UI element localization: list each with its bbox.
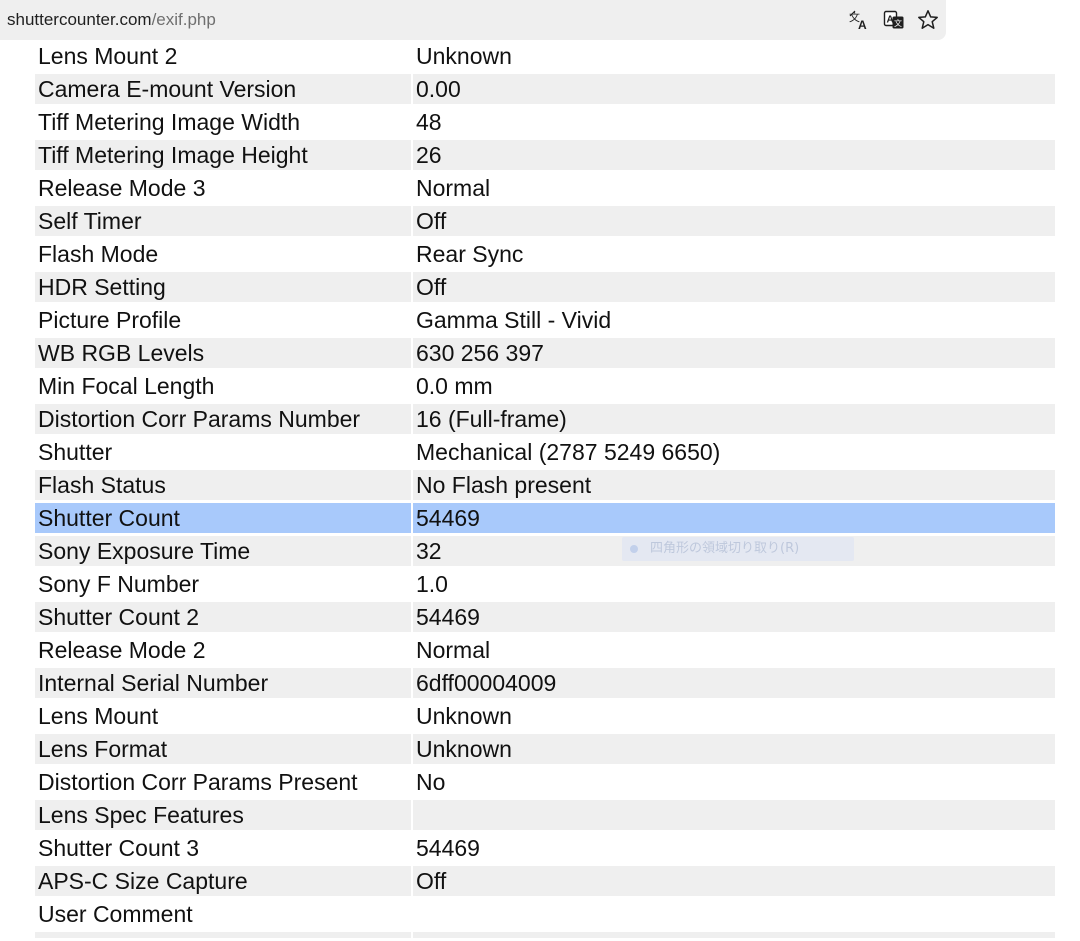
svg-text:文: 文 xyxy=(894,18,902,28)
exif-key-cell: HDR Setting xyxy=(35,272,411,302)
exif-key-cell: Min Focal Length xyxy=(38,373,215,399)
exif-key-cell: Release Mode 3 xyxy=(38,175,206,201)
exif-key-cell: Lens Spec Features xyxy=(35,800,411,830)
exif-value-cell xyxy=(413,899,1055,929)
exif-value-cell: 48 xyxy=(416,109,442,135)
tooltip-text: 四角形の領域切り取り(R) xyxy=(650,541,800,556)
exif-value-cell: No xyxy=(416,769,446,795)
exif-value-cell: Gamma Still - Vivid xyxy=(416,307,612,333)
table-row: Picture Profile Gamma Still - Vivid xyxy=(35,304,1055,337)
exif-value-cell: Mechanical (2787 5249 6650) xyxy=(416,439,721,465)
exif-key-cell: WB RGB Levels xyxy=(35,338,411,368)
table-row: Internal Serial Number 6dff00004009 xyxy=(35,667,1055,700)
table-row: Release Mode 2 Normal xyxy=(35,634,1055,667)
exif-key-cell: Self Timer xyxy=(35,206,411,236)
table-row: Min Focal Length 0.0 mm xyxy=(35,370,1055,403)
exif-key-cell: Flash Mode xyxy=(38,241,159,267)
exif-value-cell: 6dff00004009 xyxy=(413,668,1055,698)
exif-value-cell: Off xyxy=(413,866,1055,896)
table-row: Release Mode 3 Normal xyxy=(35,172,1055,205)
exif-key-cell: Lens Mount 2 xyxy=(38,43,178,69)
svg-text:A: A xyxy=(858,18,867,32)
exif-key-cell: Lens Mount xyxy=(38,703,159,729)
exif-value-cell: Unknown xyxy=(413,734,1055,764)
exif-key-cell: Camera E-mount Version xyxy=(35,74,411,104)
translate-icon[interactable]: 文 A xyxy=(847,8,871,32)
exif-value-cell: Rear Sync xyxy=(416,241,524,267)
exif-key-cell: Shutter Count 3 xyxy=(38,835,200,861)
snip-tooltip: 四角形の領域切り取り(R) xyxy=(622,537,854,561)
exif-key-cell: APS-C Size Capture xyxy=(35,866,411,896)
exif-value-cell: 630 256 397 xyxy=(413,338,1055,368)
star-icon[interactable] xyxy=(916,8,940,32)
table-row: User Comment xyxy=(35,898,1055,931)
exif-value-cell xyxy=(413,932,1055,938)
exif-value-cell: 1.0 xyxy=(416,571,448,597)
exif-key-cell: Sony F Number xyxy=(38,571,200,597)
exif-key-cell: Distortion Corr Params Number xyxy=(35,404,411,434)
exif-value-cell: Normal xyxy=(416,637,491,663)
exif-value-cell: 0.0 mm xyxy=(416,373,493,399)
page-translate-icon[interactable]: A 文 xyxy=(882,8,906,32)
exif-value-cell: Off xyxy=(413,272,1055,302)
url-host: shuttercounter.com xyxy=(7,10,152,29)
tooltip-dot-icon xyxy=(630,545,638,553)
exif-key-cell: Shutter Count 2 xyxy=(35,602,411,632)
exif-value-cell: 54469 xyxy=(416,835,480,861)
exif-value-cell: 26 xyxy=(413,140,1055,170)
exif-key-cell: Release Mode 2 xyxy=(38,637,206,663)
table-row-partial xyxy=(35,931,1055,941)
exif-key-cell: Flash Status xyxy=(35,470,411,500)
exif-value-cell: Normal xyxy=(416,175,491,201)
table-row: HDR Setting Off xyxy=(35,271,1055,304)
exif-key-cell: Tiff Metering Image Width xyxy=(38,109,301,135)
exif-key-cell: Picture Profile xyxy=(38,307,182,333)
table-row: Shutter Count 2 54469 xyxy=(35,601,1055,634)
table-row: Flash Status No Flash present xyxy=(35,469,1055,502)
table-row: Lens Format Unknown xyxy=(35,733,1055,766)
exif-value-cell: 16 (Full-frame) xyxy=(413,404,1055,434)
exif-key-cell: Shutter xyxy=(38,439,113,465)
table-row: Distortion Corr Params Number 16 (Full-fr… xyxy=(35,403,1055,436)
exif-key-cell: Shutter Count xyxy=(35,503,411,533)
table-row: Lens Mount 2 Unknown xyxy=(35,40,1055,73)
exif-key-cell: Internal Serial Number xyxy=(35,668,411,698)
exif-table: Lens Mount 2 Unknown Camera E-mount Versio… xyxy=(35,40,1055,941)
table-row: Sony F Number 1.0 xyxy=(35,568,1055,601)
exif-value-cell: 0.00 xyxy=(413,74,1055,104)
exif-value-cell: 54469 xyxy=(413,503,1055,533)
table-row: Sony Exposure Time 32 xyxy=(35,535,1055,568)
exif-value-cell xyxy=(413,800,1055,830)
exif-key-cell xyxy=(35,932,411,938)
exif-value-cell: 54469 xyxy=(413,602,1055,632)
exif-key-cell: Sony Exposure Time xyxy=(35,536,411,566)
address-bar[interactable]: shuttercounter.com/exif.php 文 A A 文 xyxy=(0,0,946,40)
exif-value-cell: No Flash present xyxy=(413,470,1055,500)
url-text[interactable]: shuttercounter.com/exif.php xyxy=(7,10,216,30)
exif-value-cell: Unknown xyxy=(416,703,512,729)
exif-value-cell: Unknown xyxy=(416,43,512,69)
table-row: Tiff Metering Image Width 48 xyxy=(35,106,1055,139)
table-row: Flash Mode Rear Sync xyxy=(35,238,1055,271)
exif-key-cell: Tiff Metering Image Height xyxy=(35,140,411,170)
exif-key-cell: Lens Format xyxy=(35,734,411,764)
table-row: Self Timer Off xyxy=(35,205,1055,238)
table-row: Lens Spec Features xyxy=(35,799,1055,832)
table-row: Camera E-mount Version 0.00 xyxy=(35,73,1055,106)
table-row: APS-C Size Capture Off xyxy=(35,865,1055,898)
table-row: Distortion Corr Params Present No xyxy=(35,766,1055,799)
table-row: WB RGB Levels 630 256 397 xyxy=(35,337,1055,370)
exif-value-cell: Off xyxy=(413,206,1055,236)
table-row: Shutter Count 3 54469 xyxy=(35,832,1055,865)
table-row: Shutter Mechanical (2787 5249 6650) xyxy=(35,436,1055,469)
url-path: /exif.php xyxy=(151,10,216,29)
exif-key-cell: Distortion Corr Params Present xyxy=(38,769,358,795)
exif-key-cell: User Comment xyxy=(38,901,193,927)
table-row: Tiff Metering Image Height 26 xyxy=(35,139,1055,172)
table-row: Lens Mount Unknown xyxy=(35,700,1055,733)
table-row: Shutter Count 54469 xyxy=(35,502,1055,535)
